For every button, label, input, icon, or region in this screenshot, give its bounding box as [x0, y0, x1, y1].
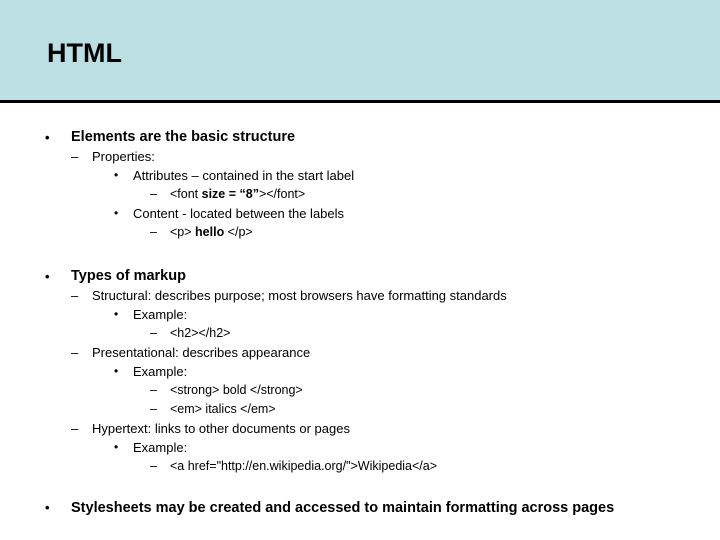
bullet-text: Structural: describes purpose; most brow…: [92, 288, 507, 303]
page-title: HTML: [47, 38, 122, 68]
dash-marker-icon: –: [71, 288, 79, 303]
bullet-level2: – Hypertext: links to other documents or…: [0, 419, 720, 438]
bullet-level2: – Structural: describes purpose; most br…: [0, 286, 720, 305]
dash-marker-icon: –: [71, 149, 79, 164]
outline-group-markup: • Types of markup – Structural: describe…: [0, 267, 720, 476]
bullet-text-mixed: <p> hello </p>: [170, 223, 720, 242]
bullet-text: Stylesheets may be created and accessed …: [71, 500, 615, 516]
code-post: ></font>: [258, 187, 306, 201]
bullet-level3: • Example:: [0, 438, 720, 457]
bullet-level4: – <h2></h2>: [0, 324, 720, 343]
bullet-level4: – <p> hello </p>: [0, 223, 720, 242]
bullet-text: <a href="http://en.wikipedia.org/">Wikip…: [170, 459, 438, 473]
slide: HTML • Elements are the basic structure …: [0, 0, 720, 540]
slide-body: • Elements are the basic structure – Pro…: [0, 103, 720, 540]
bullet-text: Types of markup: [71, 268, 186, 284]
dash-marker-icon: –: [150, 187, 157, 201]
bullet-marker-icon: •: [114, 307, 119, 321]
bullet-level4: – <font size = “8”></font>: [0, 185, 720, 204]
dash-marker-icon: –: [150, 383, 157, 397]
bullet-marker-icon: •: [45, 269, 50, 284]
outline-group-elements: • Elements are the basic structure – Pro…: [0, 128, 720, 242]
bullet-text: Example:: [133, 364, 188, 379]
code-pre: <p>: [170, 225, 196, 239]
bullet-text: Elements are the basic structure: [71, 129, 296, 145]
bullet-text: Example:: [133, 440, 188, 455]
bullet-text: Content - located between the labels: [133, 206, 345, 221]
bullet-level3: • Attributes – contained in the start la…: [0, 166, 720, 185]
bullet-marker-icon: •: [114, 440, 119, 454]
code-bold: hello: [195, 225, 225, 239]
dash-marker-icon: –: [150, 402, 157, 416]
bullet-level3: • Example:: [0, 305, 720, 324]
bullet-level4: – <strong> bold </strong>: [0, 381, 720, 400]
dash-marker-icon: –: [150, 225, 157, 239]
bullet-level1: • Elements are the basic structure: [0, 128, 720, 147]
bullet-level1: • Stylesheets may be created and accesse…: [0, 498, 671, 518]
bullet-text: <strong> bold </strong>: [170, 383, 303, 397]
slide-title-band: HTML: [0, 0, 720, 103]
outline-group-stylesheets: • Stylesheets may be created and accesse…: [0, 498, 720, 518]
bullet-marker-icon: •: [45, 130, 50, 145]
bullet-level3: • Content - located between the labels: [0, 204, 720, 223]
bullet-text: Example:: [133, 307, 188, 322]
bullet-text: Properties:: [92, 149, 155, 164]
bullet-marker-icon: •: [114, 206, 119, 220]
bullet-text: Attributes – contained in the start labe…: [133, 168, 355, 183]
bullet-text: <h2></h2>: [170, 326, 231, 340]
code-bold: size = “8”: [201, 187, 259, 201]
bullet-marker-icon: •: [114, 364, 119, 378]
code-pre: <font: [170, 187, 202, 201]
bullet-level3: • Example:: [0, 362, 720, 381]
bullet-level2: – Presentational: describes appearance: [0, 343, 720, 362]
bullet-text: Presentational: describes appearance: [92, 345, 311, 360]
bullet-level4: – <em> italics </em>: [0, 400, 720, 419]
bullet-level2: – Properties:: [0, 147, 720, 166]
bullet-level1: • Types of markup: [0, 267, 720, 286]
bullet-marker-icon: •: [45, 500, 50, 515]
bullet-marker-icon: •: [114, 168, 119, 182]
bullet-text: Hypertext: links to other documents or p…: [92, 421, 350, 436]
dash-marker-icon: –: [150, 326, 157, 340]
bullet-level4: – <a href="http://en.wikipedia.org/">Wik…: [0, 457, 720, 476]
dash-marker-icon: –: [150, 459, 157, 473]
dash-marker-icon: –: [71, 421, 79, 436]
bullet-text-mixed: <font size = “8”></font>: [170, 185, 720, 204]
bullet-text: <em> italics </em>: [170, 402, 276, 416]
code-post: </p>: [224, 225, 253, 239]
dash-marker-icon: –: [71, 345, 79, 360]
